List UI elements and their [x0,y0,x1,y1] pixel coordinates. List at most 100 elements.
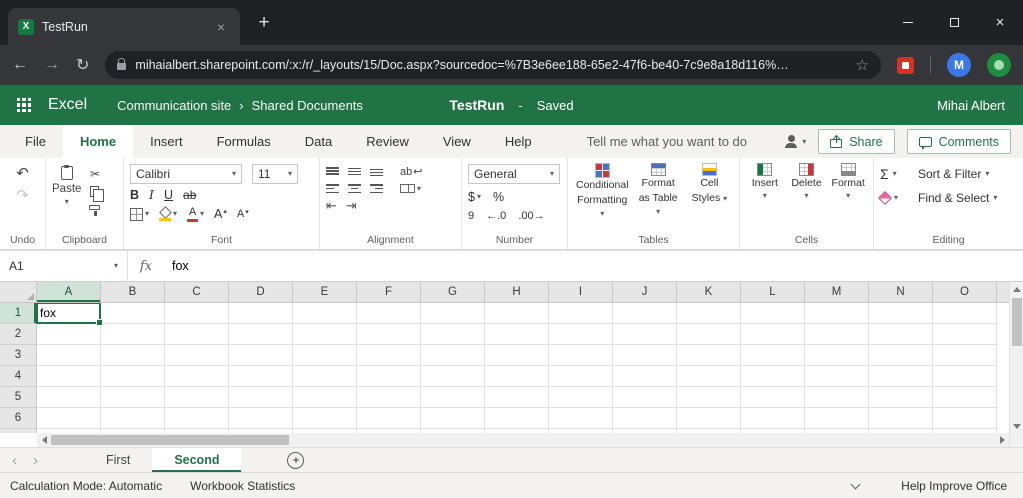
delete-cells-button[interactable]: Delete ▾ [788,162,826,231]
cell-J6[interactable] [613,408,677,429]
cell-O2[interactable] [933,324,997,345]
cell-E6[interactable] [293,408,357,429]
cell-M3[interactable] [805,345,869,366]
save-status[interactable]: Saved [537,98,574,113]
font-name-select[interactable]: Calibri ▾ [130,164,242,184]
decrease-decimal-button[interactable]: .00→ [518,210,544,222]
calculation-mode[interactable]: Calculation Mode: Automatic [10,479,162,493]
cell-D6[interactable] [229,408,293,429]
align-top-button[interactable] [326,167,339,176]
column-header-F[interactable]: F [357,282,421,302]
column-header-G[interactable]: G [421,282,485,302]
cell-K2[interactable] [677,324,741,345]
underline-button[interactable]: U [164,189,173,202]
comma-style-button[interactable]: 9 [468,210,474,222]
cell-K3[interactable] [677,345,741,366]
column-header-K[interactable]: K [677,282,741,302]
column-header-E[interactable]: E [293,282,357,302]
clear-button[interactable]: ▾ [880,193,910,203]
select-all-button[interactable] [0,282,37,302]
cell-N4[interactable] [869,366,933,387]
font-color-button[interactable]: A ▾ [187,207,204,222]
cell-O5[interactable] [933,387,997,408]
cell-C6[interactable] [165,408,229,429]
cell-J1[interactable] [613,303,677,324]
scroll-up-button[interactable] [1010,282,1023,296]
tab-data[interactable]: Data [288,125,349,158]
horizontal-scroll-thumb[interactable] [51,435,289,445]
tab-file[interactable]: File [8,125,63,158]
scroll-down-button[interactable] [1010,419,1023,433]
cell-G2[interactable] [421,324,485,345]
cell-J3[interactable] [613,345,677,366]
cell-E5[interactable] [293,387,357,408]
align-center-button[interactable] [348,184,361,193]
cell-G4[interactable] [421,366,485,387]
cell-H5[interactable] [485,387,549,408]
cell-E4[interactable] [293,366,357,387]
conditional-formatting-button[interactable]: Conditional Formatting ▾ [574,162,631,231]
permissions-button[interactable]: ▾ [784,135,806,148]
increase-font-button[interactable]: A▴ [214,208,227,221]
row-header-3[interactable]: 3 [0,345,37,366]
close-window-button[interactable]: × [977,0,1023,45]
format-painter-button[interactable] [89,205,100,210]
cell-E2[interactable] [293,324,357,345]
scroll-right-button[interactable] [995,433,1009,447]
horizontal-scrollbar[interactable] [37,433,1009,447]
align-bottom-button[interactable] [370,167,383,176]
tab-review[interactable]: Review [349,125,426,158]
cell-E3[interactable] [293,345,357,366]
row-header-2[interactable]: 2 [0,324,37,345]
cell-H6[interactable] [485,408,549,429]
vertical-scroll-thumb[interactable] [1012,298,1022,346]
next-sheet-button[interactable]: › [33,453,38,468]
insert-function-button[interactable]: fx [128,251,164,281]
fill-color-button[interactable]: ▾ [159,208,177,221]
cell-B3[interactable] [101,345,165,366]
cell-N1[interactable] [869,303,933,324]
format-as-table-button[interactable]: Format as Table ▾ [635,162,682,231]
forward-button[interactable]: → [44,56,60,74]
cell-L4[interactable] [741,366,805,387]
cell-L5[interactable] [741,387,805,408]
column-header-N[interactable]: N [869,282,933,302]
find-select-button[interactable]: Find & Select ▾ [918,191,1017,205]
align-middle-button[interactable] [348,167,361,176]
cell-A6[interactable] [37,408,101,429]
cell-O1[interactable] [933,303,997,324]
horizontal-scroll-track[interactable] [51,433,995,447]
column-header-A[interactable]: A [37,282,101,302]
column-header-O[interactable]: O [933,282,997,302]
refresh-button[interactable]: ↻ [76,55,89,75]
breadcrumb-site[interactable]: Communication site [117,98,231,113]
align-right-button[interactable] [370,184,383,193]
format-cells-button[interactable]: Format ▾ [829,162,867,231]
cell-styles-button[interactable]: Cell Styles ▾ [686,162,733,231]
cell-G6[interactable] [421,408,485,429]
cell-B1[interactable] [101,303,165,324]
vertical-scroll-track[interactable] [1010,296,1023,419]
insert-cells-button[interactable]: Insert ▾ [746,162,784,231]
cell-C5[interactable] [165,387,229,408]
cell-H2[interactable] [485,324,549,345]
cell-B5[interactable] [101,387,165,408]
cell-K6[interactable] [677,408,741,429]
italic-button[interactable]: I [149,189,154,202]
column-header-H[interactable]: H [485,282,549,302]
redo-button[interactable]: ↷ [16,188,29,203]
cell-O3[interactable] [933,345,997,366]
align-left-button[interactable] [326,184,339,193]
percent-button[interactable]: % [493,190,504,204]
column-header-L[interactable]: L [741,282,805,302]
sheet-tab-second[interactable]: Second [152,448,241,472]
cell-B2[interactable] [101,324,165,345]
cell-H4[interactable] [485,366,549,387]
cell-L2[interactable] [741,324,805,345]
row-header-4[interactable]: 4 [0,366,37,387]
cell-M6[interactable] [805,408,869,429]
cell-G5[interactable] [421,387,485,408]
cell-C1[interactable] [165,303,229,324]
column-header-I[interactable]: I [549,282,613,302]
decrease-font-button[interactable]: A▾ [237,209,249,220]
